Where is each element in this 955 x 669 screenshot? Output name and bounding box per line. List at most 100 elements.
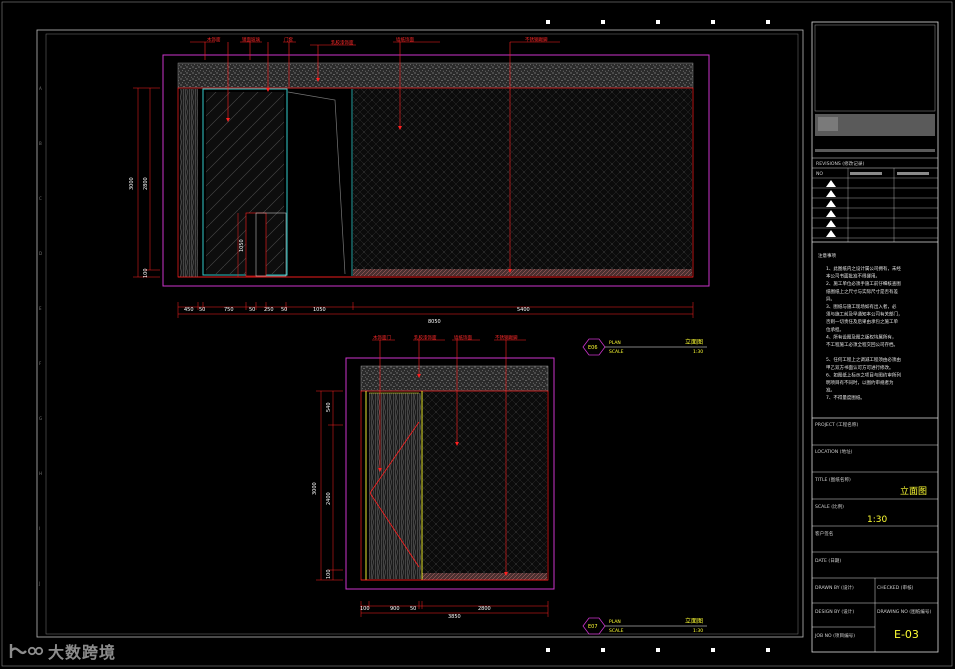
svg-text:F: F bbox=[39, 361, 42, 366]
note-line: 2、施工单位必须手施工前仔细核查图 bbox=[826, 280, 901, 287]
title-block: REVISIONS (修改记录) NO 注意事项 1、此图纸内之设计属公司拥有，… bbox=[811, 21, 939, 653]
watermark-brand: 大数跨境 bbox=[48, 643, 117, 662]
callout-top-4: 乳胶漆饰面 bbox=[331, 39, 354, 46]
callout-top-2: 镜面玻璃 bbox=[242, 36, 260, 43]
elevation-marker-bottom: E07 PLAN SCALE 立面图 1:30 bbox=[582, 617, 707, 635]
dim-top-height-3: 100 bbox=[143, 268, 149, 278]
dim-bottom-height-2: 540 bbox=[326, 402, 332, 412]
marker-bottom-title: 立面图 bbox=[685, 617, 703, 625]
skirting-board bbox=[353, 269, 692, 276]
note-line: 须与施工前及早通知本公司有关部门， bbox=[826, 311, 903, 318]
dim-bottom-w2: 900 bbox=[390, 606, 400, 612]
dim-bottom-height-4: 100 bbox=[326, 569, 332, 579]
marker-bottom-plan: PLAN bbox=[609, 619, 621, 625]
scale-label: SCALE (比例) bbox=[815, 503, 844, 510]
note-line: 不工程施工必须全程交回公司存档。 bbox=[826, 341, 898, 348]
svg-text:A: A bbox=[39, 86, 42, 91]
note-line: 位承担。 bbox=[826, 326, 844, 333]
drawing-number: E-03 bbox=[894, 628, 919, 641]
svg-text:C: C bbox=[39, 196, 42, 201]
dim-top-w1: 450 bbox=[184, 307, 194, 313]
marker-bottom-code: E07 bbox=[588, 624, 598, 630]
note-line: 明项目有不同时，以图约审规者为 bbox=[826, 379, 894, 386]
marker-top-title: 立面图 bbox=[685, 338, 703, 346]
note-line: 本公司书面批准不得挪用。 bbox=[826, 273, 880, 280]
dim-bottom-total: 3850 bbox=[448, 614, 461, 620]
dim-top-w5: 250 bbox=[264, 307, 274, 313]
dim-bottom-w3: 50 bbox=[410, 606, 416, 612]
ceiling-band-bottom bbox=[360, 365, 549, 392]
svg-text:E: E bbox=[39, 306, 42, 311]
dim-top-height-1: 3000 bbox=[129, 177, 135, 190]
dim-bottom-height-1: 3000 bbox=[312, 482, 318, 495]
dim-top-w4: 50 bbox=[249, 307, 255, 313]
elevation-marker-top: E06 PLAN SCALE 立面图 1:30 bbox=[582, 338, 707, 356]
callout-bottom-4: 不锈钢踢脚 bbox=[495, 334, 518, 341]
brand-logo-icon bbox=[9, 644, 44, 658]
location-label: LOCATION (地址) bbox=[815, 448, 853, 455]
note-line: 3、图纸与施工现场如有出入者，必 bbox=[826, 303, 897, 310]
svg-text:I: I bbox=[39, 526, 40, 531]
revisions-col-no: NO bbox=[816, 171, 823, 177]
marker-bottom-scale-word: SCALE bbox=[609, 628, 624, 634]
client-label: 客户签名 bbox=[815, 530, 833, 537]
elevation-bottom: 木饰面门 乳胶漆饰面 墙纸饰面 不锈钢踢脚 3000 540 2400 100 … bbox=[312, 334, 707, 635]
note-line: 否则一切责任及后果由承包之施工单 bbox=[826, 318, 898, 325]
wood-veneer-panel bbox=[180, 89, 198, 277]
notes-list: 1、此图纸内之设计属公司拥有，未经本公司书面批准不得挪用。2、施工单位必须手施工… bbox=[826, 265, 903, 401]
note-line: 5、任何工程上之调减工程须由必须由 bbox=[826, 356, 901, 363]
note-line: 6、如图纸上标示之项目与图约审所列 bbox=[826, 371, 901, 378]
marker-top-code: E06 bbox=[588, 345, 598, 351]
wallpaper-panel bbox=[353, 89, 692, 269]
dim-bottom-w4: 2800 bbox=[478, 606, 491, 612]
svg-text:D: D bbox=[39, 251, 42, 256]
dim-top-w2: 50 bbox=[199, 307, 205, 313]
project-label: PROJECT (工程名称) bbox=[815, 421, 858, 428]
note-line: 甲乙双方书面认可方可进行修改。 bbox=[826, 364, 894, 371]
drawn-label: DRAWN BY (设计) bbox=[815, 584, 854, 591]
drawing-no-label: DRAWING NO (图纸编号) bbox=[877, 608, 931, 615]
dim-top-w7: 1050 bbox=[313, 307, 326, 313]
title-value: 立面图 bbox=[900, 485, 927, 497]
dim-top-height-2: 2800 bbox=[143, 177, 149, 190]
callout-top-3: 门套 bbox=[284, 36, 293, 43]
note-line: 1、此图纸内之设计属公司拥有，未经 bbox=[826, 265, 901, 272]
wood-door bbox=[369, 393, 421, 579]
note-line: 异。 bbox=[826, 296, 835, 302]
dim-top-w6: 50 bbox=[281, 307, 287, 313]
callout-top-5: 墙纸饰面 bbox=[396, 36, 414, 43]
watermark: 大数跨境 bbox=[8, 638, 116, 664]
dim-top-w3: 750 bbox=[224, 307, 234, 313]
title-label: TITLE (图纸名称) bbox=[814, 476, 851, 483]
marker-bottom-scale: 1:30 bbox=[693, 628, 703, 634]
revisions-col-date bbox=[897, 172, 929, 175]
callout-bottom-2: 乳胶漆饰面 bbox=[414, 334, 437, 341]
callout-bottom-3: 墙纸饰面 bbox=[454, 334, 472, 341]
marker-top-scale: 1:30 bbox=[693, 349, 703, 355]
note-line: 4、所有设图及图之版权均属所有， bbox=[826, 333, 896, 340]
callout-top-1: 木饰面 bbox=[207, 36, 221, 43]
dim-top-w8: 5400 bbox=[517, 307, 530, 313]
dim-bottom-w1: 100 bbox=[360, 606, 370, 612]
dim-top-door: 1050 bbox=[239, 239, 245, 252]
revisions-header: REVISIONS (修改记录) bbox=[816, 160, 864, 167]
logo-area bbox=[814, 24, 936, 112]
callout-bottom-1: 木饰面门 bbox=[373, 334, 391, 341]
marker-top-scale-word: SCALE bbox=[609, 349, 624, 355]
revision-triangles bbox=[826, 180, 836, 237]
revisions-col-desc bbox=[850, 172, 882, 175]
note-line: 准。 bbox=[826, 387, 835, 394]
wallpaper-panel-bottom bbox=[422, 392, 547, 573]
notes-title: 注意事项 bbox=[818, 252, 836, 259]
ceiling-band bbox=[177, 62, 694, 89]
svg-text:G: G bbox=[39, 416, 42, 421]
date-label: DATE (日期) bbox=[815, 558, 841, 564]
cad-drawing-sheet: ABCD EFGH IJ 木饰面 镜面玻璃 门套 乳胶漆饰面 墙纸饰面 不锈钢踢… bbox=[1, 1, 953, 667]
job-label: JOB NO (项目编号) bbox=[814, 632, 855, 639]
scale-value: 1:30 bbox=[867, 515, 887, 525]
marker-top-plan: PLAN bbox=[609, 340, 621, 346]
note-line: 7、不得量度图纸。 bbox=[826, 394, 865, 401]
svg-text:H: H bbox=[39, 471, 42, 476]
dim-top-total: 8050 bbox=[428, 319, 441, 325]
callout-top-6: 不锈钢踢脚 bbox=[525, 36, 548, 43]
